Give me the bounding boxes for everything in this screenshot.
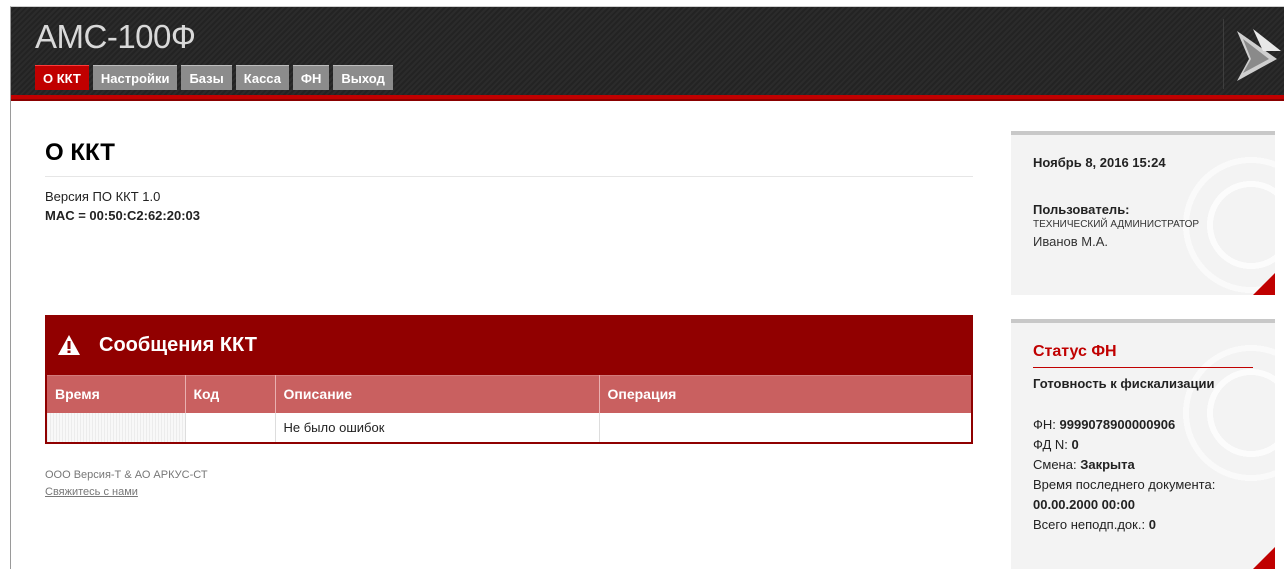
device-info: Версия ПО ККТ 1.0 MAC = 00:50:C2:62:20:0… xyxy=(45,187,973,225)
user-role: ТЕХНИЧЕСКИЙ АДМИНИСТРАТОР xyxy=(1033,219,1200,230)
column-header-operation[interactable]: Операция xyxy=(599,375,971,413)
tab-cash[interactable]: Касса xyxy=(235,65,289,90)
unsent-count: 0 xyxy=(1148,517,1156,532)
brand-logo-icon xyxy=(1223,19,1281,89)
column-header-time[interactable]: Время xyxy=(47,375,186,413)
messages-header: Сообщения ККТ xyxy=(47,315,971,375)
fn-state: Готовность к фискализации xyxy=(1033,376,1215,391)
user-label: Пользователь: xyxy=(1033,202,1130,217)
last-doc-label: Время последнего документа: xyxy=(1033,477,1216,492)
messages-panel: Сообщения ККТ Время Код Описание Операци… xyxy=(45,315,973,444)
fd-number-row: ФД N: 0 xyxy=(1033,437,1079,452)
footer: ООО Версия-Т & АО АРКУС-СТ Свяжитесь с н… xyxy=(45,467,208,501)
unsent-row: Всего неподп.док.: 0 xyxy=(1033,517,1156,532)
company-text: ООО Версия-Т & АО АРКУС-СТ xyxy=(45,469,208,481)
cell-time xyxy=(47,412,186,442)
header: АМС-100Ф О ККТ Настройки Базы Касса ФН В… xyxy=(11,7,1284,101)
user-panel: Ноябрь 8, 2016 15:24 Пользователь: ТЕХНИ… xyxy=(1011,131,1275,295)
table-header-row: Время Код Описание Операция xyxy=(47,375,971,413)
fn-status-title: Статус ФН xyxy=(1033,343,1253,368)
app-frame: АМС-100Ф О ККТ Настройки Базы Касса ФН В… xyxy=(10,6,1284,569)
last-doc-time: 00.00.2000 00:00 xyxy=(1033,497,1135,512)
fn-status-panel: Статус ФН Готовность к фискализации ФН: … xyxy=(1011,319,1275,569)
shift-status: Закрыта xyxy=(1080,457,1135,472)
version-text: Версия ПО ККТ 1.0 xyxy=(45,189,161,204)
user-name: Иванов М.А. xyxy=(1033,234,1108,249)
panel-corner-icon xyxy=(1253,273,1275,295)
contact-link[interactable]: Свяжитесь с нами xyxy=(45,486,138,498)
table-row: Не было ошибок xyxy=(47,412,971,442)
datetime-text: Ноябрь 8, 2016 15:24 xyxy=(1033,155,1166,170)
column-header-description[interactable]: Описание xyxy=(275,375,600,413)
fn-details: ФН: 9999078900000906 ФД N: 0 Смена: Закр… xyxy=(1033,415,1253,535)
panel-corner-icon xyxy=(1253,547,1275,569)
fn-number: 9999078900000906 xyxy=(1059,417,1176,432)
app-title: АМС-100Ф xyxy=(35,18,196,55)
fn-number-row: ФН: 9999078900000906 xyxy=(1033,417,1176,432)
page-title: О ККТ xyxy=(45,127,973,177)
main-content: О ККТ Версия ПО ККТ 1.0 MAC = 00:50:C2:6… xyxy=(45,127,973,498)
tab-about[interactable]: О ККТ xyxy=(35,65,89,90)
column-header-code[interactable]: Код xyxy=(185,375,276,413)
cell-description: Не было ошибок xyxy=(275,412,600,442)
tab-logout[interactable]: Выход xyxy=(333,65,393,90)
shift-row: Смена: Закрыта xyxy=(1033,457,1135,472)
tab-settings[interactable]: Настройки xyxy=(92,65,178,90)
messages-table: Время Код Описание Операция Не было ошиб… xyxy=(47,375,971,442)
tab-fn[interactable]: ФН xyxy=(292,65,330,90)
tab-databases[interactable]: Базы xyxy=(181,65,232,90)
cell-operation xyxy=(599,413,971,442)
warning-icon xyxy=(58,335,80,355)
mac-text: MAC = 00:50:C2:62:20:03 xyxy=(45,208,200,223)
main-nav: О ККТ Настройки Базы Касса ФН Выход xyxy=(35,65,397,90)
cell-code xyxy=(185,412,276,442)
fd-number: 0 xyxy=(1071,437,1079,452)
messages-title: Сообщения ККТ xyxy=(99,333,257,356)
